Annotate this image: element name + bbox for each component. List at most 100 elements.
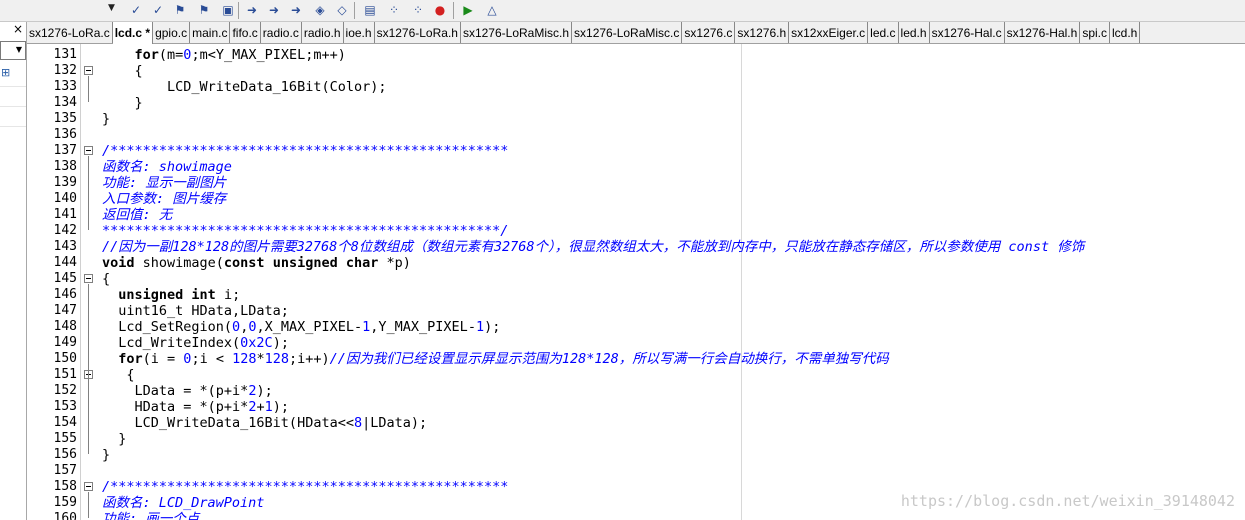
code-line[interactable]: 152 LData = *(p+i*2); xyxy=(27,383,1245,399)
find-in-files-icon[interactable]: ⚑ xyxy=(194,1,214,20)
debug-session-icon[interactable]: ➜ xyxy=(242,1,262,20)
code-line[interactable]: 140 入口参数: 图片缓存 xyxy=(27,191,1245,207)
line-number: 145 xyxy=(53,271,77,286)
code-token: LCD_WriteData_16Bit(HData<< xyxy=(102,415,354,431)
code-line[interactable]: 139 功能: 显示一副图片 xyxy=(27,175,1245,191)
code-line[interactable]: 147 uint16_t HData,LData; xyxy=(27,303,1245,319)
find-icon[interactable]: ⚑ xyxy=(170,1,190,20)
code-editor[interactable]: 131 for(m=0;m<Y_MAX_PIXEL;m++) 132 {133 L… xyxy=(27,44,1245,520)
tab-14[interactable]: led.c xyxy=(868,22,899,43)
code-line[interactable]: 144 void showimage(const unsigned char *p… xyxy=(27,255,1245,271)
tab-16[interactable]: sx1276-Hal.c xyxy=(930,22,1005,43)
code-line[interactable]: 151 { xyxy=(27,367,1245,383)
tab-18[interactable]: spi.c xyxy=(1080,22,1110,43)
code-line[interactable]: 135} xyxy=(27,111,1245,127)
tab-9[interactable]: sx1276-LoRaMisc.h xyxy=(461,22,573,43)
code-text: 入口参数: 图片缓存 xyxy=(102,191,226,207)
code-line[interactable]: 153 HData = *(p+i*2+1); xyxy=(27,399,1245,415)
line-number: 143 xyxy=(53,239,77,254)
toggle-bookmark-icon[interactable]: ✓ xyxy=(148,1,168,20)
line-number: 150 xyxy=(53,351,77,366)
line-number: 154 xyxy=(53,415,77,430)
insert-breakpoint-icon[interactable]: ▤ xyxy=(360,1,380,20)
code-text: Lcd_SetRegion(0,0,X_MAX_PIXEL-1,Y_MAX_PI… xyxy=(102,319,500,335)
code-line[interactable]: 132 { xyxy=(27,63,1245,79)
code-token: LCD_WriteData_16Bit(Color); xyxy=(102,79,387,95)
code-line[interactable]: 149 Lcd_WriteIndex(0x2C); xyxy=(27,335,1245,351)
code-token: * xyxy=(256,351,265,367)
fold-toggle-icon[interactable] xyxy=(84,274,93,283)
code-text: } xyxy=(102,111,110,127)
code-line[interactable]: 155 } xyxy=(27,431,1245,447)
code-line[interactable]: 150 for(i = 0;i < 128*128;i++)//因为我们已经设置… xyxy=(27,351,1245,367)
comment-token: 函数名: LCD_DrawPoint xyxy=(102,495,265,511)
step-out-icon[interactable]: ➜ xyxy=(286,1,306,20)
panel-combo[interactable]: ▼ xyxy=(0,41,26,60)
number-token: 1 xyxy=(475,319,485,335)
code-line[interactable]: 143 //因为一副128*128的图片需要32768个8位数组成（数组元素有32… xyxy=(27,239,1245,255)
build-target-icon[interactable]: ✓ xyxy=(126,1,146,20)
clear-bookmarks-icon[interactable]: ◇ xyxy=(332,1,352,20)
line-number: 160 xyxy=(53,511,77,520)
project-panel: × ▼ ⊞ xyxy=(0,22,27,520)
tab-19[interactable]: lcd.h xyxy=(1110,22,1141,43)
next-bookmark-icon[interactable]: ◈ xyxy=(310,1,330,20)
disable-breakpoint-icon[interactable]: ⁘ xyxy=(408,1,428,20)
code-line[interactable]: 156} xyxy=(27,447,1245,463)
code-line[interactable]: 136 xyxy=(27,127,1245,143)
code-line[interactable]: 141 返回值: 无 xyxy=(27,207,1245,223)
code-text: ****************************************… xyxy=(102,223,508,239)
code-line[interactable]: 154 LCD_WriteData_16Bit(HData<<8|LData); xyxy=(27,415,1245,431)
code-line[interactable]: 145 { xyxy=(27,271,1245,287)
fold-toggle-icon[interactable] xyxy=(84,66,93,75)
tab-7[interactable]: ioe.h xyxy=(344,22,375,43)
incremental-find-icon[interactable]: ▣ xyxy=(218,1,238,20)
tab-8[interactable]: sx1276-LoRa.h xyxy=(375,22,461,43)
tab-6[interactable]: radio.h xyxy=(302,22,344,43)
code-token: LData = *(p+i* xyxy=(102,383,249,399)
kill-breakpoints-icon[interactable]: ● xyxy=(430,1,450,20)
tab-11[interactable]: sx1276.c xyxy=(682,22,736,43)
code-token: ,Y_MAX_PIXEL- xyxy=(370,319,476,335)
toolbar-dropdown-arrow[interactable]: ▼ xyxy=(108,3,115,13)
line-number: 134 xyxy=(53,95,77,110)
fold-toggle-icon[interactable] xyxy=(84,482,93,491)
tab-2[interactable]: gpio.c xyxy=(153,22,191,43)
tab-1[interactable]: lcd.c * xyxy=(112,22,154,44)
tab-15[interactable]: led.h xyxy=(899,22,930,43)
tab-3[interactable]: main.c xyxy=(190,22,231,43)
step-over-icon[interactable]: ➜ xyxy=(264,1,284,20)
fold-toggle-icon[interactable] xyxy=(84,146,93,155)
code-line[interactable]: 137 /************************************… xyxy=(27,143,1245,159)
comment-token: ****************************************… xyxy=(102,223,509,239)
tab-12[interactable]: sx1276.h xyxy=(735,22,790,43)
code-line[interactable]: 142 *************************************… xyxy=(27,223,1245,239)
code-line[interactable]: 134 } xyxy=(27,95,1245,111)
code-line[interactable]: 160 功能: 画一个点 xyxy=(27,511,1245,520)
code-line[interactable]: 133 LCD_WriteData_16Bit(Color); xyxy=(27,79,1245,95)
run-icon[interactable]: △ xyxy=(482,1,502,20)
line-number: 135 xyxy=(53,111,77,126)
enable-breakpoint-icon[interactable]: ⁘ xyxy=(384,1,404,20)
code-token: i; xyxy=(215,287,241,303)
line-number: 133 xyxy=(53,79,77,94)
code-line[interactable]: 131 for(m=0;m<Y_MAX_PIXEL;m++) xyxy=(27,47,1245,63)
tab-5[interactable]: radio.c xyxy=(261,22,302,43)
code-line[interactable]: 138 函数名: showimage xyxy=(27,159,1245,175)
line-number: 142 xyxy=(53,223,77,238)
code-line[interactable]: 148 Lcd_SetRegion(0,0,X_MAX_PIXEL-1,Y_MA… xyxy=(27,319,1245,335)
tab-13[interactable]: sx12xxEiger.c xyxy=(789,22,869,43)
close-icon[interactable]: × xyxy=(13,22,23,36)
tab-17[interactable]: sx1276-Hal.h xyxy=(1005,22,1081,43)
start-debug-icon[interactable]: ▶ xyxy=(458,1,478,20)
project-icon[interactable]: ⊞ xyxy=(1,66,15,80)
keyword-token: const unsigned char xyxy=(223,255,379,271)
tab-10[interactable]: sx1276-LoRaMisc.c xyxy=(572,22,683,43)
code-line[interactable]: 157 xyxy=(27,463,1245,479)
code-line[interactable]: 146 unsigned int i; xyxy=(27,287,1245,303)
tab-0[interactable]: sx1276-LoRa.c xyxy=(27,22,113,43)
tab-4[interactable]: fifo.c xyxy=(230,22,261,43)
keyword-token: void xyxy=(102,255,135,271)
code-text: for(m=0;m<Y_MAX_PIXEL;m++) xyxy=(102,47,346,63)
code-token: ,X_MAX_PIXEL- xyxy=(256,319,363,335)
